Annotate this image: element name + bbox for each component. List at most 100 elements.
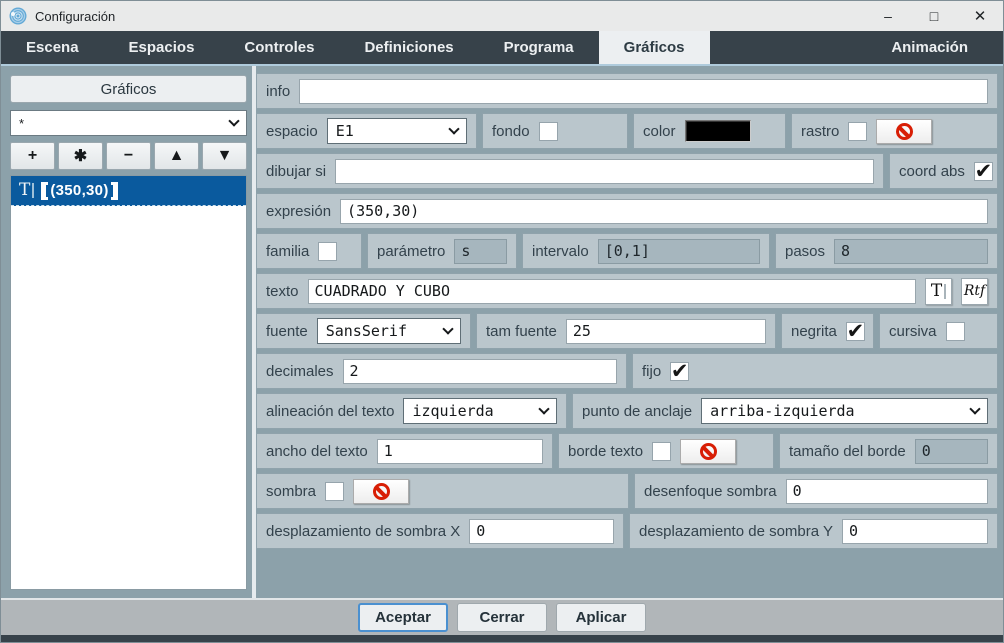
texto-cell: texto T Rtf <box>256 273 998 309</box>
intervalo-input <box>598 239 760 264</box>
ancho-texto-input[interactable] <box>377 439 543 464</box>
despl-y-cell: desplazamiento de sombra Y <box>629 513 998 549</box>
anclaje-cell: punto de anclaje arriba-izquierda <box>572 393 998 429</box>
pasos-cell: pasos <box>775 233 998 269</box>
maximize-icon[interactable]: □ <box>911 1 957 31</box>
rtf-text-button[interactable]: Rtf <box>961 278 988 305</box>
list-item-label: (350,30) <box>41 182 117 200</box>
color-cell: color <box>633 113 786 149</box>
dibujar-si-label: dibujar si <box>266 163 326 180</box>
tab-escena[interactable]: Escena <box>1 31 104 64</box>
tamano-borde-input <box>915 439 988 464</box>
chevron-down-icon <box>969 403 980 414</box>
accept-button[interactable]: Aceptar <box>358 603 448 632</box>
tab-definiciones[interactable]: Definiciones <box>339 31 478 64</box>
window-controls: – □ ✕ <box>865 1 1003 31</box>
anclaje-select[interactable]: arriba-izquierda <box>701 398 988 424</box>
despl-x-input[interactable] <box>469 519 614 544</box>
graphics-toolbar: + ✱ − ▲ ▼ <box>10 142 247 170</box>
familia-checkbox[interactable] <box>318 242 337 261</box>
color-swatch[interactable] <box>685 120 751 142</box>
graphics-filter-select[interactable]: * <box>10 110 247 136</box>
expresion-label: expresión <box>266 203 331 220</box>
tab-controles[interactable]: Controles <box>219 31 339 64</box>
close-icon[interactable]: ✕ <box>957 1 1003 31</box>
expresion-cell: expresión <box>256 193 998 229</box>
close-button[interactable]: Cerrar <box>457 603 547 632</box>
sombra-color-button[interactable] <box>353 479 409 504</box>
tam-fuente-cell: tam fuente <box>476 313 776 349</box>
tab-bar: Escena Espacios Controles Definiciones P… <box>1 31 1003 66</box>
chevron-down-icon <box>442 323 453 334</box>
no-entry-icon <box>700 443 717 460</box>
text-item-icon: T <box>19 182 34 199</box>
graphics-panel-header: Gráficos <box>10 75 247 103</box>
alineacion-value: izquierda <box>412 402 534 420</box>
coord-abs-label: coord abs <box>899 163 965 180</box>
tam-fuente-input[interactable] <box>566 319 766 344</box>
rastro-label: rastro <box>801 123 839 140</box>
sombra-cell: sombra <box>256 473 629 509</box>
espacio-value: E1 <box>336 122 444 140</box>
info-input[interactable] <box>299 79 988 104</box>
fijo-label: fijo <box>642 363 661 380</box>
parametro-input <box>454 239 507 264</box>
fuente-label: fuente <box>266 323 308 340</box>
borde-texto-cell: borde texto <box>558 433 774 469</box>
decimales-label: decimales <box>266 363 334 380</box>
negrita-checkbox[interactable]: ✔ <box>846 322 865 341</box>
alineacion-select[interactable]: izquierda <box>403 398 557 424</box>
sombra-checkbox[interactable] <box>325 482 344 501</box>
tab-graficos[interactable]: Gráficos <box>599 31 710 64</box>
despl-y-input[interactable] <box>842 519 988 544</box>
move-down-button[interactable]: ▼ <box>202 142 247 170</box>
window-title: Configuración <box>35 9 115 24</box>
list-item[interactable]: T (350,30) <box>11 176 246 206</box>
bracket-open-icon <box>41 182 48 200</box>
duplicate-button[interactable]: ✱ <box>58 142 103 170</box>
fijo-checkbox[interactable]: ✔ <box>670 362 689 381</box>
expresion-input[interactable] <box>340 199 988 224</box>
rastro-checkbox[interactable] <box>848 122 867 141</box>
tamano-borde-cell: tamaño del borde <box>779 433 998 469</box>
intervalo-cell: intervalo <box>522 233 770 269</box>
familia-label: familia <box>266 243 309 260</box>
dibujar-si-input[interactable] <box>335 159 874 184</box>
desenfoque-input[interactable] <box>786 479 988 504</box>
tab-animacion[interactable]: Animación <box>866 31 993 64</box>
texto-input[interactable] <box>308 279 916 304</box>
tab-programa[interactable]: Programa <box>479 31 599 64</box>
fuente-value: SansSerif <box>326 322 438 340</box>
remove-button[interactable]: − <box>106 142 151 170</box>
alineacion-label: alineación del texto <box>266 403 394 420</box>
fondo-checkbox[interactable] <box>539 122 558 141</box>
desenfoque-cell: desenfoque sombra <box>634 473 998 509</box>
tamano-borde-label: tamaño del borde <box>789 443 906 460</box>
decimales-input[interactable] <box>343 359 617 384</box>
parametro-label: parámetro <box>377 243 445 260</box>
apply-button[interactable]: Aplicar <box>556 603 646 632</box>
espacio-select[interactable]: E1 <box>327 118 467 144</box>
chevron-down-icon <box>538 403 549 414</box>
footer-bar: Aceptar Cerrar Aplicar <box>1 598 1003 635</box>
cursiva-checkbox[interactable] <box>946 322 965 341</box>
chevron-down-icon <box>448 123 459 134</box>
graphics-filter-value: * <box>19 116 230 131</box>
borde-texto-label: borde texto <box>568 443 643 460</box>
configuration-window: Configuración – □ ✕ Escena Espacios Cont… <box>0 0 1004 643</box>
anclaje-label: punto de anclaje <box>582 403 692 420</box>
rastro-color-button[interactable] <box>876 119 932 144</box>
add-button[interactable]: + <box>10 142 55 170</box>
plain-text-button[interactable]: T <box>925 278 952 305</box>
info-label: info <box>266 83 290 100</box>
tab-espacios[interactable]: Espacios <box>104 31 220 64</box>
fuente-select[interactable]: SansSerif <box>317 318 461 344</box>
move-up-button[interactable]: ▲ <box>154 142 199 170</box>
window-bottom-edge <box>1 635 1003 642</box>
minimize-icon[interactable]: – <box>865 1 911 31</box>
coord-abs-checkbox[interactable]: ✔ <box>974 162 993 181</box>
alineacion-cell: alineación del texto izquierda <box>256 393 567 429</box>
borde-texto-color-button[interactable] <box>680 439 736 464</box>
borde-texto-checkbox[interactable] <box>652 442 671 461</box>
descartes-logo-icon <box>9 7 27 25</box>
